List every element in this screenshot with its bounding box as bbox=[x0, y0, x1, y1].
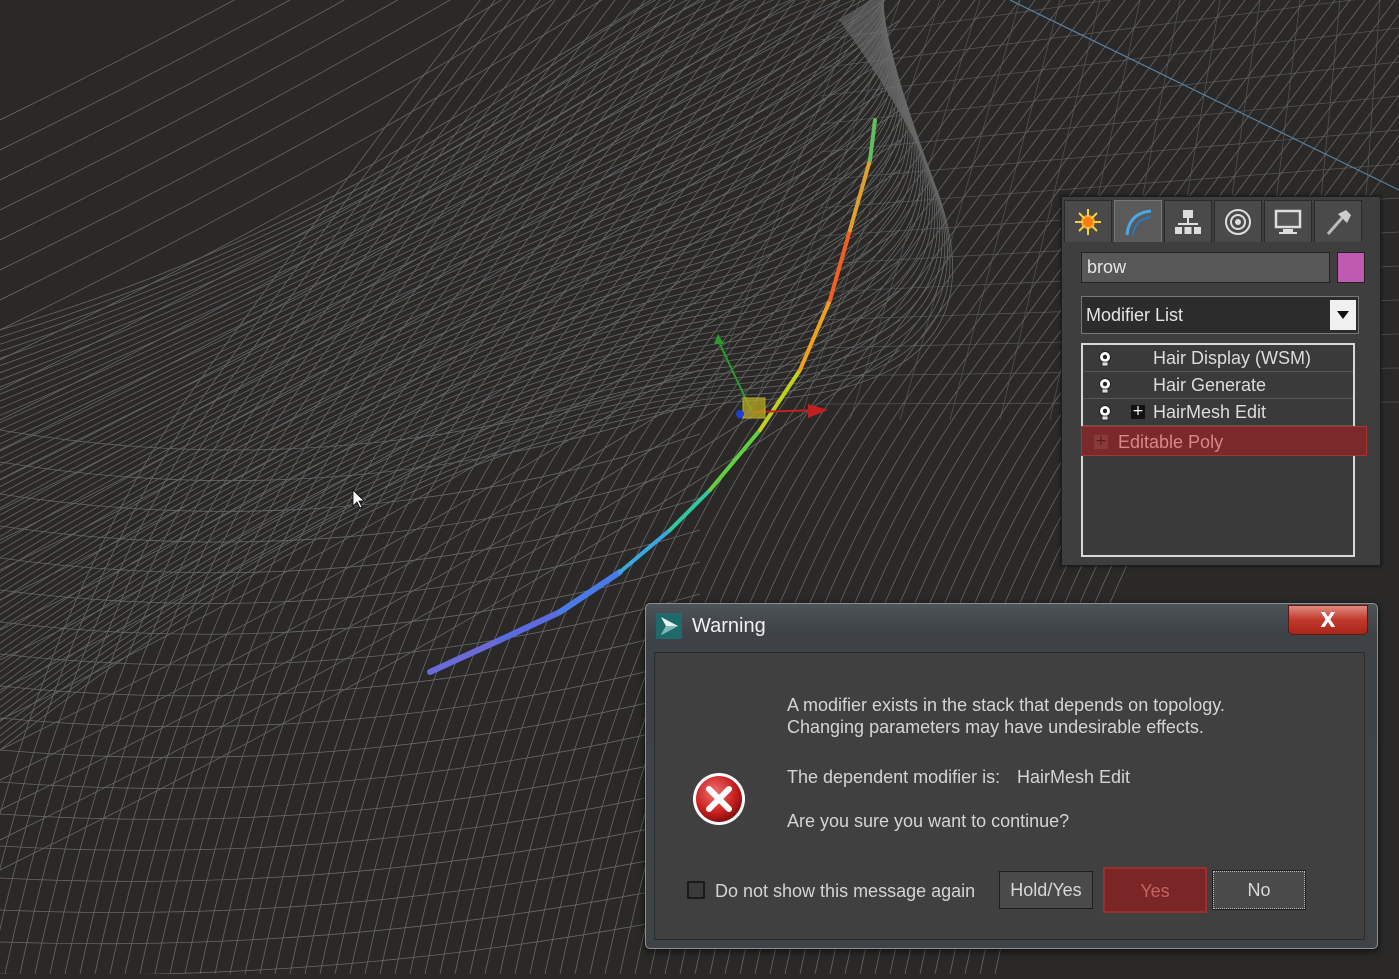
confirm-question: Are you sure you want to continue? bbox=[787, 811, 1070, 831]
warning-dialog: Warning X A modifier exists in the stack… bbox=[645, 603, 1378, 949]
create-icon bbox=[1075, 208, 1101, 235]
chevron-down-icon[interactable] bbox=[1330, 300, 1356, 330]
modifier-list-dropdown[interactable]: Modifier List bbox=[1081, 296, 1359, 334]
stack-item-editable-poly[interactable]: + Editable Poly bbox=[1081, 426, 1367, 456]
tab-display[interactable] bbox=[1264, 200, 1312, 242]
lightbulb-icon[interactable] bbox=[1097, 377, 1113, 395]
lightbulb-icon[interactable] bbox=[1097, 350, 1113, 368]
modifier-list-label: Modifier List bbox=[1086, 305, 1184, 325]
no-button[interactable]: No bbox=[1212, 870, 1306, 910]
modify-icon bbox=[1125, 209, 1152, 235]
hair-strand-segment bbox=[557, 569, 623, 615]
hold-yes-button[interactable]: Hold/Yes bbox=[999, 871, 1093, 909]
hair-strand-segment bbox=[497, 609, 563, 643]
tab-create[interactable] bbox=[1064, 200, 1112, 242]
dependent-modifier-label: The dependent modifier is: bbox=[787, 767, 1001, 787]
object-name-field[interactable]: brow bbox=[1081, 252, 1330, 283]
dialog-titlebar[interactable]: Warning X bbox=[646, 604, 1377, 648]
warning-message-line2: Changing parameters may have undesirable… bbox=[787, 717, 1204, 737]
hierarchy-icon bbox=[1175, 209, 1201, 234]
stack-item-label: Hair Generate bbox=[1153, 375, 1267, 395]
tab-modify[interactable] bbox=[1114, 200, 1162, 242]
yes-button[interactable]: Yes bbox=[1103, 867, 1207, 913]
stack-item-hair-display[interactable]: Hair Display (WSM) bbox=[1083, 345, 1353, 372]
close-button[interactable]: X bbox=[1288, 605, 1368, 635]
stack-item-hairmesh-edit[interactable]: + HairMesh Edit bbox=[1083, 399, 1353, 426]
dont-show-again-checkbox[interactable] bbox=[687, 881, 705, 899]
tab-hierarchy[interactable] bbox=[1164, 200, 1212, 242]
stack-item-label: Editable Poly bbox=[1118, 432, 1224, 452]
command-panel-tabs bbox=[1064, 200, 1378, 242]
expand-plus-icon[interactable]: + bbox=[1131, 404, 1145, 419]
3dsmax-app-icon bbox=[656, 613, 682, 639]
modifier-stack: Hair Display (WSM) Hair Generate + HairM… bbox=[1081, 343, 1367, 557]
expand-plus-icon[interactable]: + bbox=[1094, 434, 1108, 449]
tab-motion[interactable] bbox=[1214, 200, 1262, 242]
command-panel: brow Modifier List Hair Display (WSM) Ha… bbox=[1061, 196, 1381, 566]
tab-utilities[interactable] bbox=[1314, 200, 1362, 242]
stack-item-label: Hair Display (WSM) bbox=[1153, 348, 1312, 368]
close-icon: X bbox=[1320, 608, 1336, 632]
stack-item-label: HairMesh Edit bbox=[1153, 402, 1267, 422]
error-icon bbox=[693, 773, 745, 825]
display-icon bbox=[1274, 209, 1302, 234]
motion-icon bbox=[1225, 208, 1251, 235]
warning-message-line1: A modifier exists in the stack that depe… bbox=[787, 695, 1225, 715]
dependent-modifier-value: HairMesh Edit bbox=[1017, 767, 1131, 787]
dialog-title: Warning bbox=[692, 615, 766, 637]
viewport-axis-line bbox=[1009, 0, 1399, 191]
hair-strand-segment bbox=[618, 528, 672, 574]
utilities-icon bbox=[1326, 209, 1351, 235]
stack-item-hair-generate[interactable]: Hair Generate bbox=[1083, 372, 1353, 399]
dialog-body: A modifier exists in the stack that depe… bbox=[654, 652, 1365, 940]
dont-show-again-label[interactable]: Do not show this message again bbox=[715, 881, 975, 902]
lightbulb-icon[interactable] bbox=[1097, 404, 1113, 422]
object-color-swatch[interactable] bbox=[1337, 252, 1365, 283]
